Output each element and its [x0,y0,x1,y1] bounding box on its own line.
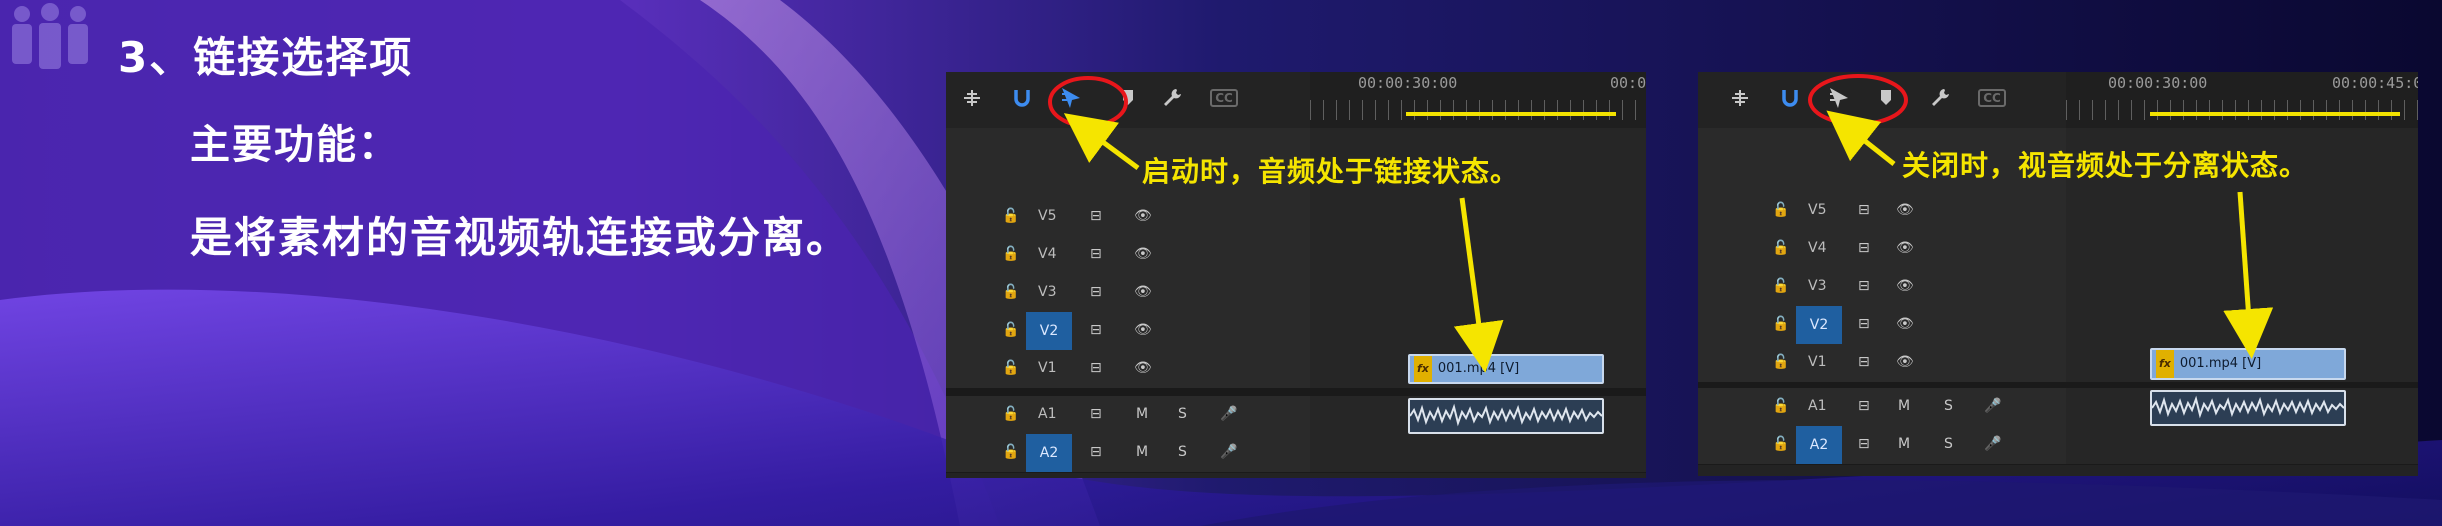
annotation-arrows [1063,113,1504,373]
annotation-arrows [1826,110,2274,359]
people-icon [12,3,88,69]
timeline-panel-unlinked: CC 00:00:30:00 00:00:45:00 🔓 V5 ⊟ 👁 🔓 V4 [1698,72,2418,476]
timeline-panel-linked: CC 00:00:30:00 00:00 🔓 V5 ⊟ 👁 🔓 V4 ⊟ [946,72,1646,478]
slide-subtitle: 主要功能： [190,122,400,168]
slide-title: 3、链接选择项 [118,33,414,82]
slide-description: 是将素材的音视频轨连接或分离。 [190,213,851,262]
